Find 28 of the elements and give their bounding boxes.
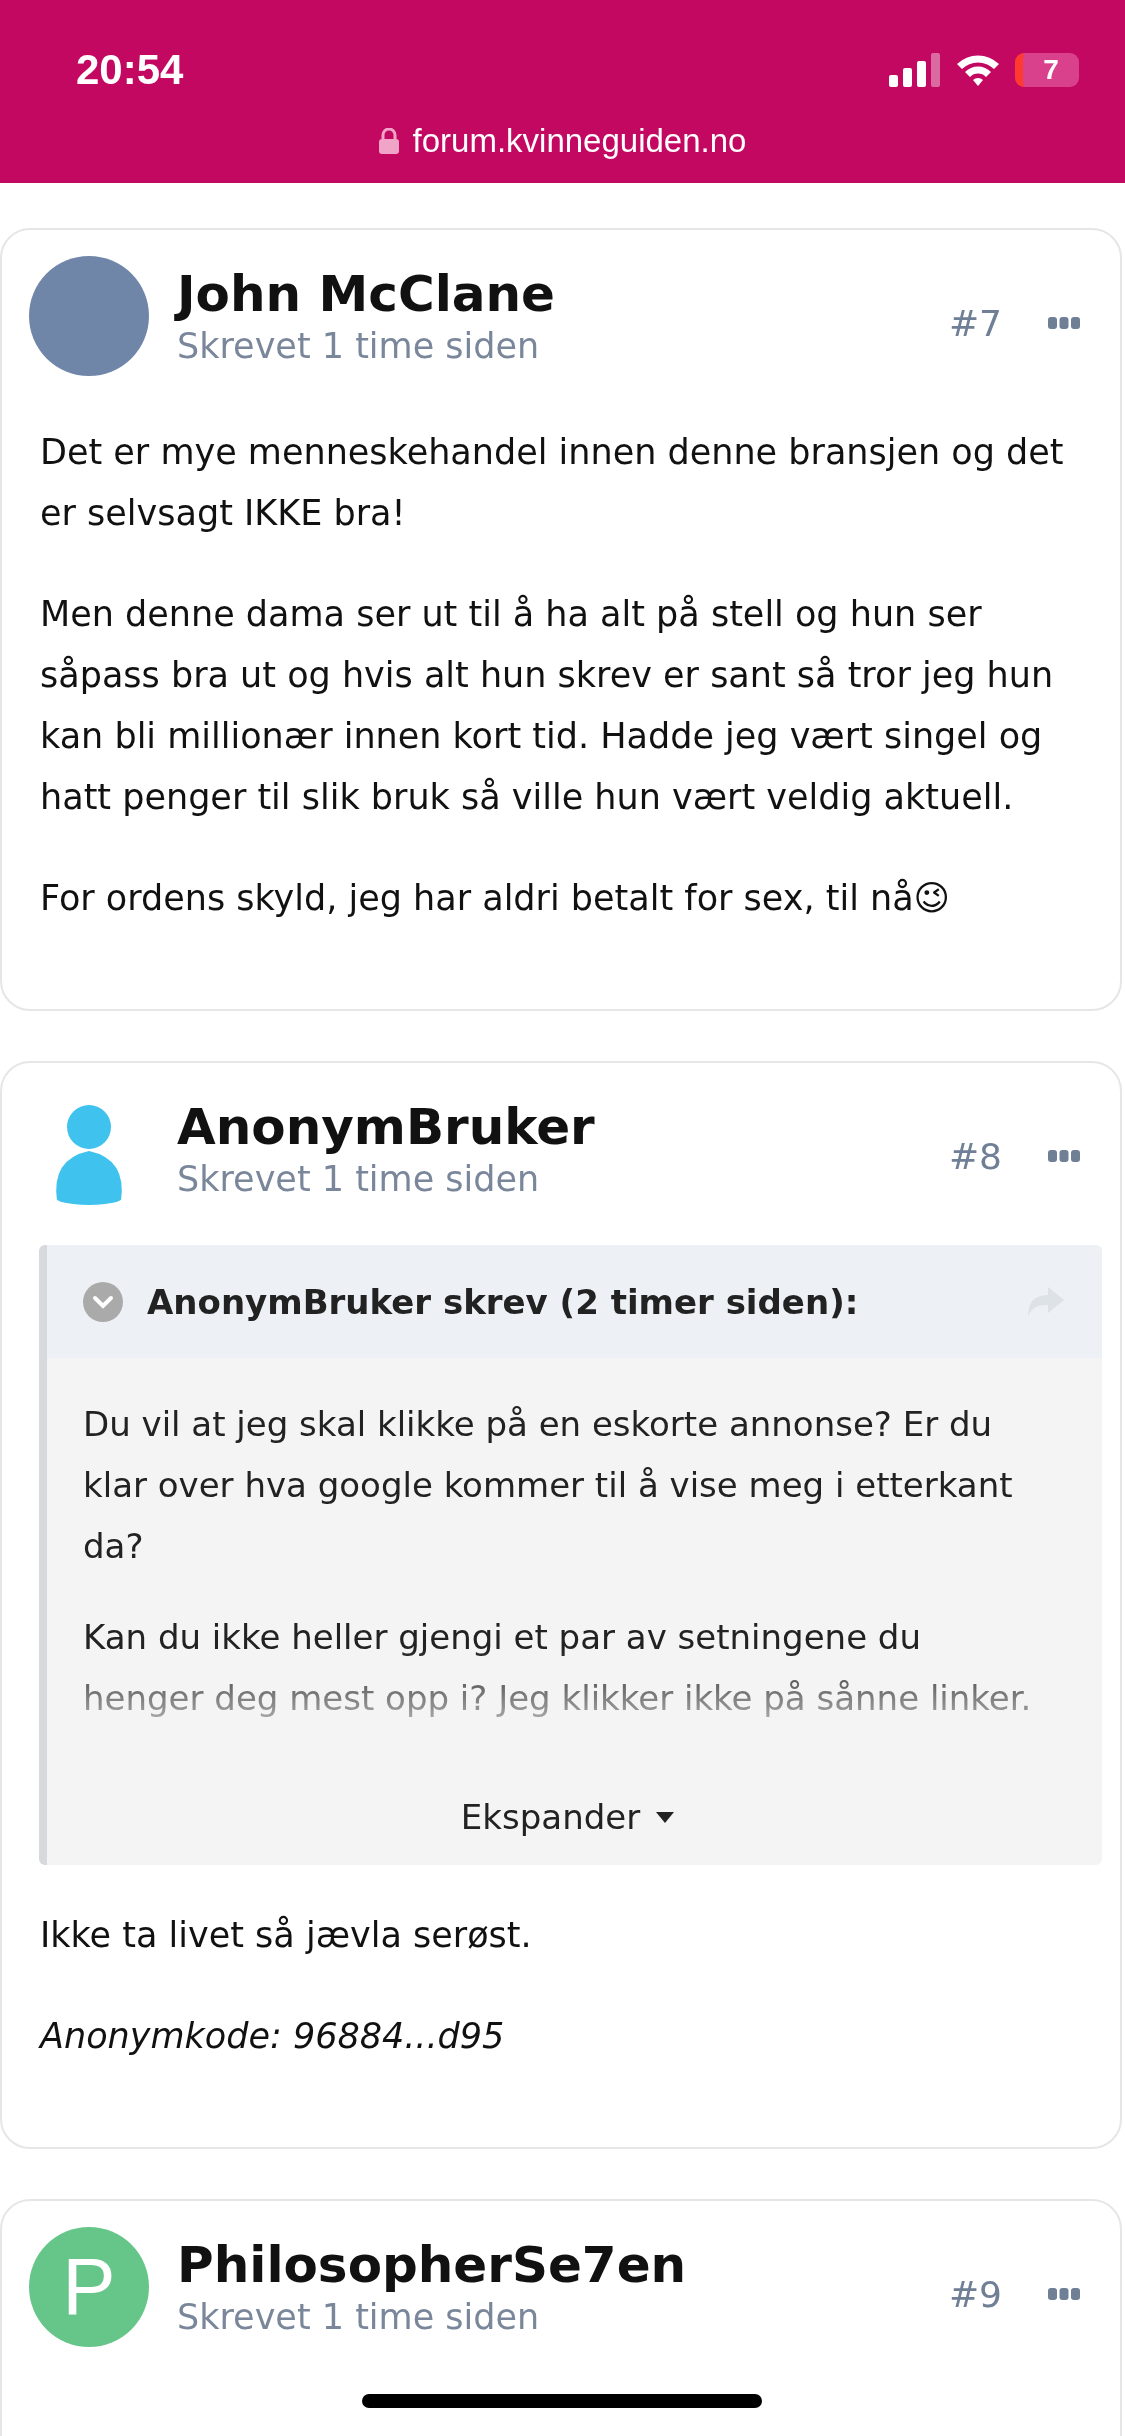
signal-icon [889,53,941,87]
post-paragraph: Ikke ta livet så jævla serøst. [40,1914,533,1957]
post-number[interactable]: #9 [948,2273,1002,2315]
post-paragraph: Men denne dama ser ut til å ha alt på stell og hun ser såpass bra ut og hvis alt hun skrev er sant så tror jeg hun kan bli millionær innen kort tid. Hadde jeg vært singel og hatt penger til slik bruk så ville hun vært veldig aktuell. [40,593,1055,819]
more-options-icon[interactable] [1048,2288,1080,2300]
status-time: 20:54 [76,46,184,94]
quote-header: AnonymBruker skrev (2 timer siden): [147,1281,860,1322]
more-options-icon[interactable] [1048,1150,1080,1162]
post-time: Skrevet 1 time siden [177,2296,541,2337]
quote-paragraph: Kan du ikke heller gjengi et par av setningene du henger deg mest opp i? Jeg klikker ikke på sånne linker. [83,1616,1033,1720]
post-time: Skrevet 1 time siden [177,325,541,366]
expand-button[interactable]: Ekspander [448,1789,687,1845]
caret-icon [656,1811,675,1823]
post-time: Skrevet 1 time siden [177,1158,541,1199]
url-text[interactable]: forum.kvinneguiden.no [412,122,747,160]
lock-icon [378,128,399,154]
post-paragraph: Det er mye menneskehandel innen denne bransjen og det er selvsagt IKKE bra! [40,431,1065,535]
post-paragraph: For ordens skyld, jeg har aldri betalt for sex, til nå😉 [40,877,952,920]
collapse-icon[interactable] [83,1281,123,1322]
post-number[interactable]: #8 [948,1135,1002,1177]
quote-paragraph: Du vil at jeg skal klikke på en eskorte annonse? Er du klar over hva google kommer til å vise meg i etterkant da? [83,1403,1014,1568]
author-name[interactable]: PhilosopherSe7en [177,2237,949,2295]
more-options-icon[interactable] [1048,317,1080,329]
wifi-icon [955,53,1001,87]
post-number[interactable]: #7 [948,302,1002,344]
anonymous-code: Anonymkode: 96884...d95 [40,2015,506,2058]
battery-icon: 7 [1015,53,1079,87]
author-name[interactable]: AnonymBruker [177,1099,949,1157]
